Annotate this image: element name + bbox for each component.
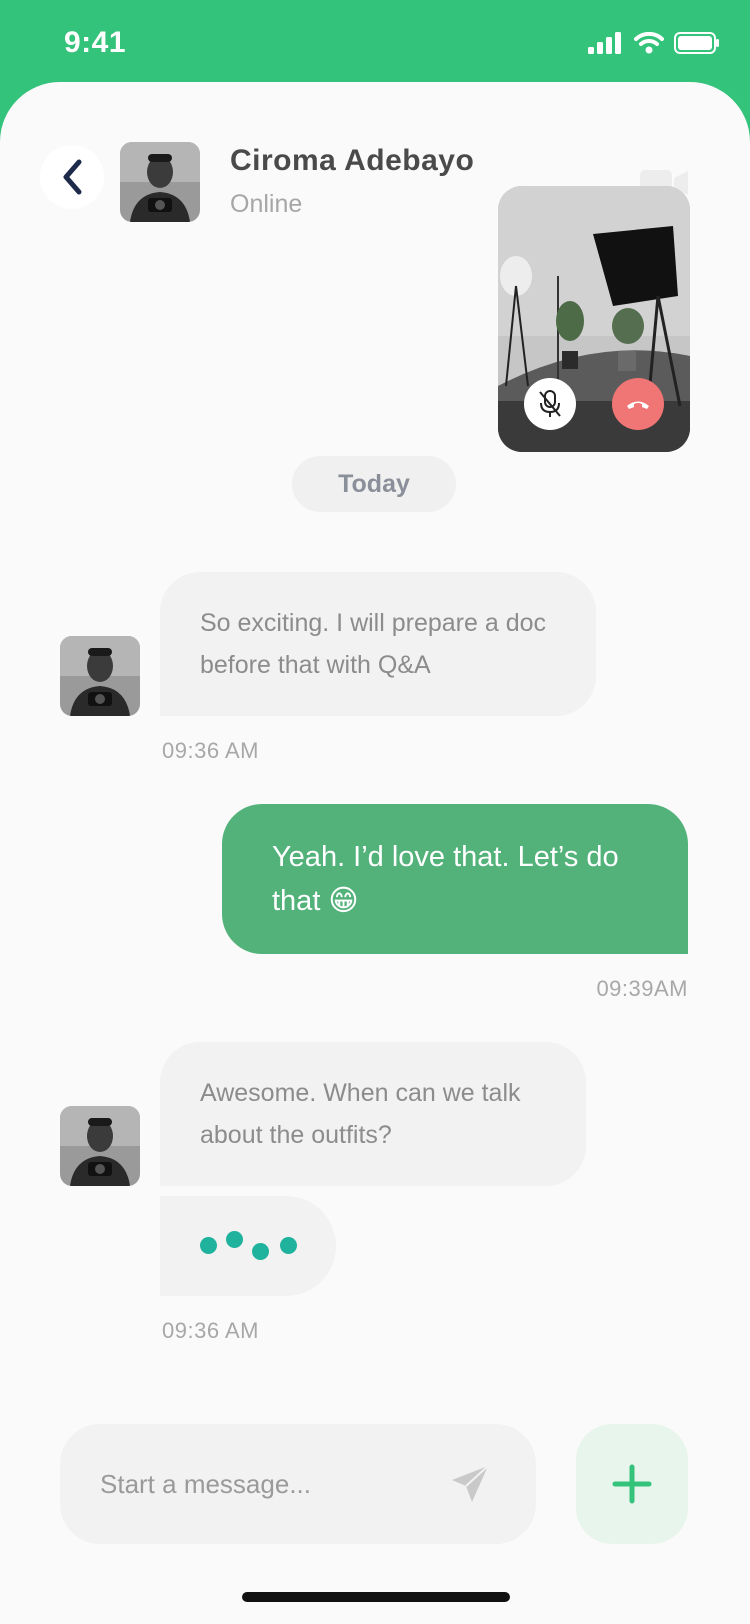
message-composer bbox=[60, 1424, 536, 1544]
typing-dot bbox=[226, 1231, 243, 1248]
mute-button[interactable] bbox=[524, 378, 576, 430]
message-text: So exciting. I will prepare a doc before… bbox=[200, 609, 547, 679]
typing-dot bbox=[200, 1237, 217, 1254]
message-timestamp: 09:36 AM bbox=[162, 738, 259, 763]
add-attachment-button[interactable] bbox=[576, 1424, 688, 1544]
contact-name: Ciroma Adebayo bbox=[230, 144, 475, 177]
phone-hangup-icon bbox=[627, 401, 649, 409]
date-divider: Today bbox=[292, 456, 456, 512]
wifi-icon bbox=[634, 32, 664, 54]
end-call-button[interactable] bbox=[612, 378, 664, 430]
message-input[interactable] bbox=[100, 1464, 430, 1504]
message-bubble-incoming[interactable]: So exciting. I will prepare a doc before… bbox=[160, 572, 596, 716]
contact-status: Online bbox=[230, 190, 303, 218]
typing-dot bbox=[252, 1243, 269, 1260]
typing-indicator bbox=[160, 1196, 336, 1296]
message-avatar[interactable] bbox=[60, 636, 140, 716]
typing-dot bbox=[280, 1237, 297, 1254]
message-timestamp: 09:39AM bbox=[596, 976, 688, 1001]
battery-icon bbox=[674, 32, 719, 54]
send-icon bbox=[452, 1465, 489, 1502]
message-bubble-outgoing[interactable]: Yeah. I’d love that. Let’s do that 😁 bbox=[222, 804, 688, 954]
status-icons bbox=[588, 32, 720, 54]
message-text: Yeah. I’d love that. Let’s do that 😁 bbox=[272, 841, 619, 917]
chevron-left-icon bbox=[63, 159, 82, 195]
message-bubble-incoming[interactable]: Awesome. When can we talk about the outf… bbox=[160, 1042, 586, 1186]
message-timestamp: 09:36 AM bbox=[162, 1318, 259, 1343]
mic-off-icon bbox=[539, 390, 561, 417]
status-bar: 9:41 bbox=[0, 0, 750, 82]
video-call-preview[interactable] bbox=[498, 186, 690, 452]
send-button[interactable] bbox=[448, 1462, 492, 1506]
status-time: 9:41 bbox=[64, 26, 127, 59]
message-text: Awesome. When can we talk about the outf… bbox=[200, 1079, 521, 1149]
back-button[interactable] bbox=[40, 145, 104, 209]
contact-avatar[interactable] bbox=[120, 142, 200, 222]
plus-icon bbox=[612, 1464, 652, 1504]
home-indicator[interactable] bbox=[242, 1592, 510, 1602]
signal-icon bbox=[588, 32, 621, 54]
message-avatar[interactable] bbox=[60, 1106, 140, 1186]
